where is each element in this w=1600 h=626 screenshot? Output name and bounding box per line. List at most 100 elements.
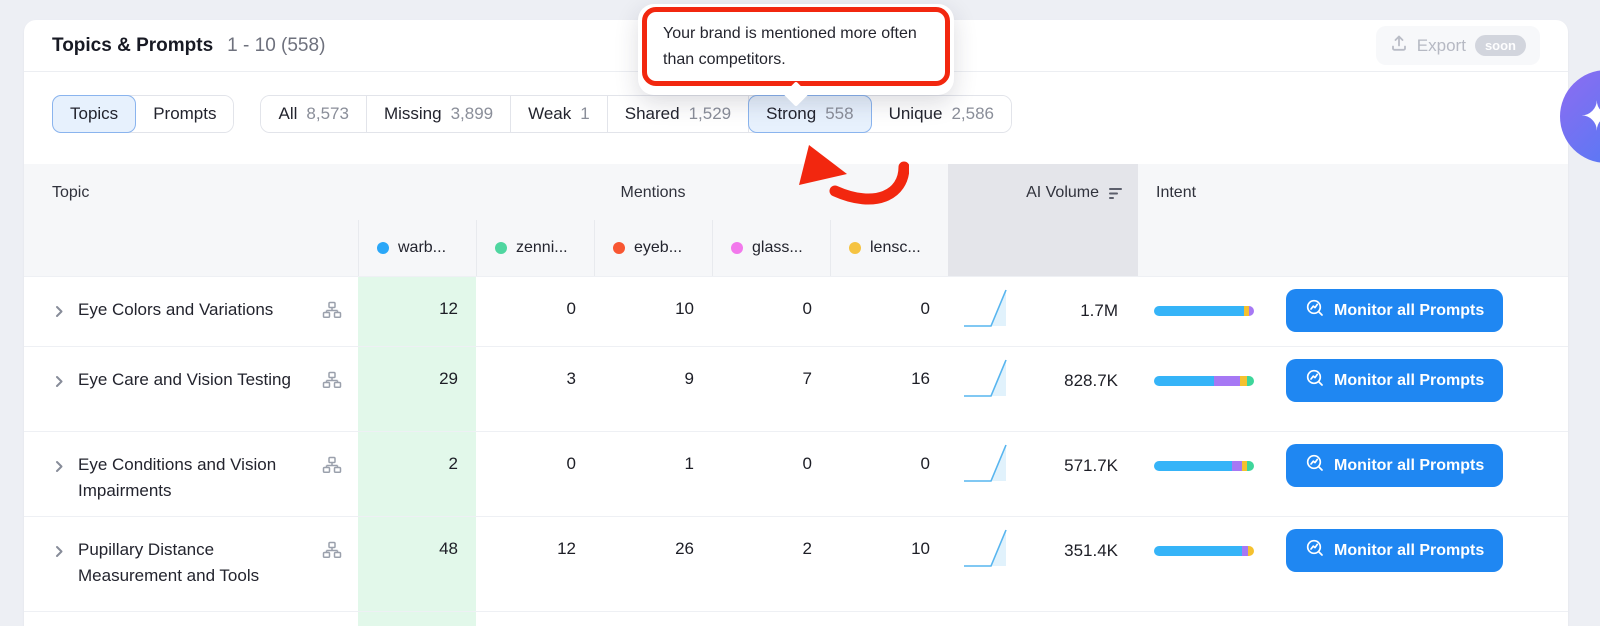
tab-topics-label: Topics	[70, 104, 118, 124]
title-group: Topics & Prompts 1 - 10 (558)	[52, 35, 325, 57]
brand-column-glass[interactable]: glass...	[712, 220, 830, 276]
topic-name[interactable]: Eye Care and Vision Testing	[78, 367, 310, 431]
column-header-ai-volume[interactable]: AI Volume	[948, 164, 1138, 276]
brand-dot	[377, 242, 389, 254]
intent-bar	[1154, 461, 1254, 471]
mention-count-cell: 0	[830, 432, 948, 516]
brand-dot	[495, 242, 507, 254]
monitor-icon	[1305, 538, 1325, 563]
filter-missing[interactable]: Missing3,899	[367, 96, 511, 132]
brand-column-warb[interactable]: warb...	[358, 220, 476, 276]
topic-name[interactable]: Eye Colors and Variations	[78, 297, 310, 346]
expand-chevron-icon[interactable]	[52, 301, 66, 346]
brand-column-zenni[interactable]: zenni...	[476, 220, 594, 276]
brand-column-lensc[interactable]: lensc...	[830, 220, 948, 276]
mention-count-cell: 29	[358, 347, 476, 431]
table-row: Eye Colors and Variations 12 0 10 0 0 1.…	[24, 276, 1568, 346]
ai-volume-value: 1.7M	[1018, 301, 1118, 321]
mention-count-cell: 0	[830, 277, 948, 346]
trend-sparkline	[960, 525, 1018, 576]
brand-dot	[849, 242, 861, 254]
mention-count-cell: 0	[712, 277, 830, 346]
mention-count-cell: 2	[712, 517, 830, 611]
upload-icon	[1390, 34, 1408, 57]
table-row-partial	[24, 611, 1568, 626]
mention-filters: All8,573 Missing3,899 Weak1 Shared1,529 …	[260, 95, 1012, 133]
mention-count-cell: 3	[476, 347, 594, 431]
mention-count-cell: 0	[476, 277, 594, 346]
monitor-icon	[1305, 298, 1325, 323]
mention-count-cell: 1	[594, 432, 712, 516]
mention-count-cell: 0	[712, 432, 830, 516]
intent-cell: Monitor all Prompts	[1138, 277, 1568, 332]
intent-cell: Monitor all Prompts	[1138, 347, 1568, 402]
mention-count-cell: 0	[476, 432, 594, 516]
intent-bar	[1154, 376, 1254, 386]
filter-all[interactable]: All8,573	[261, 96, 366, 132]
monitor-all-prompts-button[interactable]: Monitor all Prompts	[1286, 289, 1503, 332]
mention-count-cell: 12	[476, 517, 594, 611]
annotation-tooltip: Your brand is mentioned more often than …	[638, 4, 954, 95]
filter-unique[interactable]: Unique2,586	[872, 96, 1011, 132]
mention-count-cell: 7	[712, 347, 830, 431]
filter-strong[interactable]: Strong558	[749, 96, 871, 132]
brand-dot	[731, 242, 743, 254]
intent-bar	[1154, 546, 1254, 556]
intent-cell: Monitor all Prompts	[1138, 517, 1568, 572]
tab-prompts-label: Prompts	[153, 104, 216, 124]
mention-count-cell: 12	[358, 277, 476, 346]
expand-chevron-icon[interactable]	[52, 371, 66, 431]
tab-prompts[interactable]: Prompts	[136, 96, 233, 132]
trend-sparkline	[960, 440, 1018, 491]
mention-count-cell: 2	[358, 432, 476, 516]
mention-count-cell: 26	[594, 517, 712, 611]
brand-dot	[613, 242, 625, 254]
pagination-range: 1 - 10 (558)	[227, 35, 325, 57]
monitor-all-prompts-button[interactable]: Monitor all Prompts	[1286, 444, 1503, 487]
ai-volume-cell: 1.7M	[948, 277, 1138, 336]
sitemap-icon[interactable]	[322, 371, 342, 431]
topic-cell[interactable]: Eye Care and Vision Testing	[24, 347, 358, 431]
export-button-label: Export	[1417, 36, 1466, 56]
export-button[interactable]: Export soon	[1376, 26, 1540, 65]
tab-topics[interactable]: Topics	[53, 96, 136, 132]
topic-name[interactable]: Eye Conditions and Vision Impairments	[78, 452, 310, 516]
topics-table: Topic Mentions AI Volume Intent warb...	[24, 164, 1568, 626]
ai-volume-value: 351.4K	[1018, 541, 1118, 561]
monitor-all-prompts-button[interactable]: Monitor all Prompts	[1286, 529, 1503, 572]
table-header: Topic Mentions AI Volume Intent warb...	[24, 164, 1568, 276]
view-toggle: Topics Prompts	[52, 95, 234, 133]
monitor-icon	[1305, 453, 1325, 478]
filter-weak[interactable]: Weak1	[511, 96, 608, 132]
soon-badge: soon	[1475, 35, 1526, 56]
topic-name[interactable]: Pupillary Distance Measurement and Tools	[78, 537, 310, 611]
topic-cell[interactable]: Eye Colors and Variations	[24, 277, 358, 346]
ai-volume-value: 828.7K	[1018, 371, 1118, 391]
table-row: Eye Care and Vision Testing 29 3 9 7 16 …	[24, 346, 1568, 431]
page-title: Topics & Prompts	[52, 35, 213, 57]
intent-cell: Monitor all Prompts	[1138, 432, 1568, 487]
mention-count-cell: 10	[830, 517, 948, 611]
sparkle-icon: ✦	[1580, 94, 1600, 140]
mention-count-cell: 48	[358, 517, 476, 611]
ai-volume-value: 571.7K	[1018, 456, 1118, 476]
expand-chevron-icon[interactable]	[52, 541, 66, 611]
filter-shared[interactable]: Shared1,529	[608, 96, 749, 132]
table-row: Eye Conditions and Vision Impairments 2 …	[24, 431, 1568, 516]
sitemap-icon[interactable]	[322, 456, 342, 516]
expand-chevron-icon[interactable]	[52, 456, 66, 516]
topic-cell[interactable]: Eye Conditions and Vision Impairments	[24, 432, 358, 516]
ai-volume-cell: 351.4K	[948, 517, 1138, 576]
sitemap-icon[interactable]	[322, 541, 342, 611]
trend-sparkline	[960, 285, 1018, 336]
brand-column-eyeb[interactable]: eyeb...	[594, 220, 712, 276]
monitor-all-prompts-button[interactable]: Monitor all Prompts	[1286, 359, 1503, 402]
sitemap-icon[interactable]	[322, 301, 342, 346]
topic-cell[interactable]: Pupillary Distance Measurement and Tools	[24, 517, 358, 611]
column-header-intent: Intent	[1138, 164, 1568, 276]
trend-sparkline	[960, 355, 1018, 406]
mention-count-cell: 9	[594, 347, 712, 431]
ai-volume-cell: 828.7K	[948, 347, 1138, 406]
red-arrow-annotation	[797, 141, 909, 222]
tooltip-text: Your brand is mentioned more often than …	[642, 7, 950, 86]
